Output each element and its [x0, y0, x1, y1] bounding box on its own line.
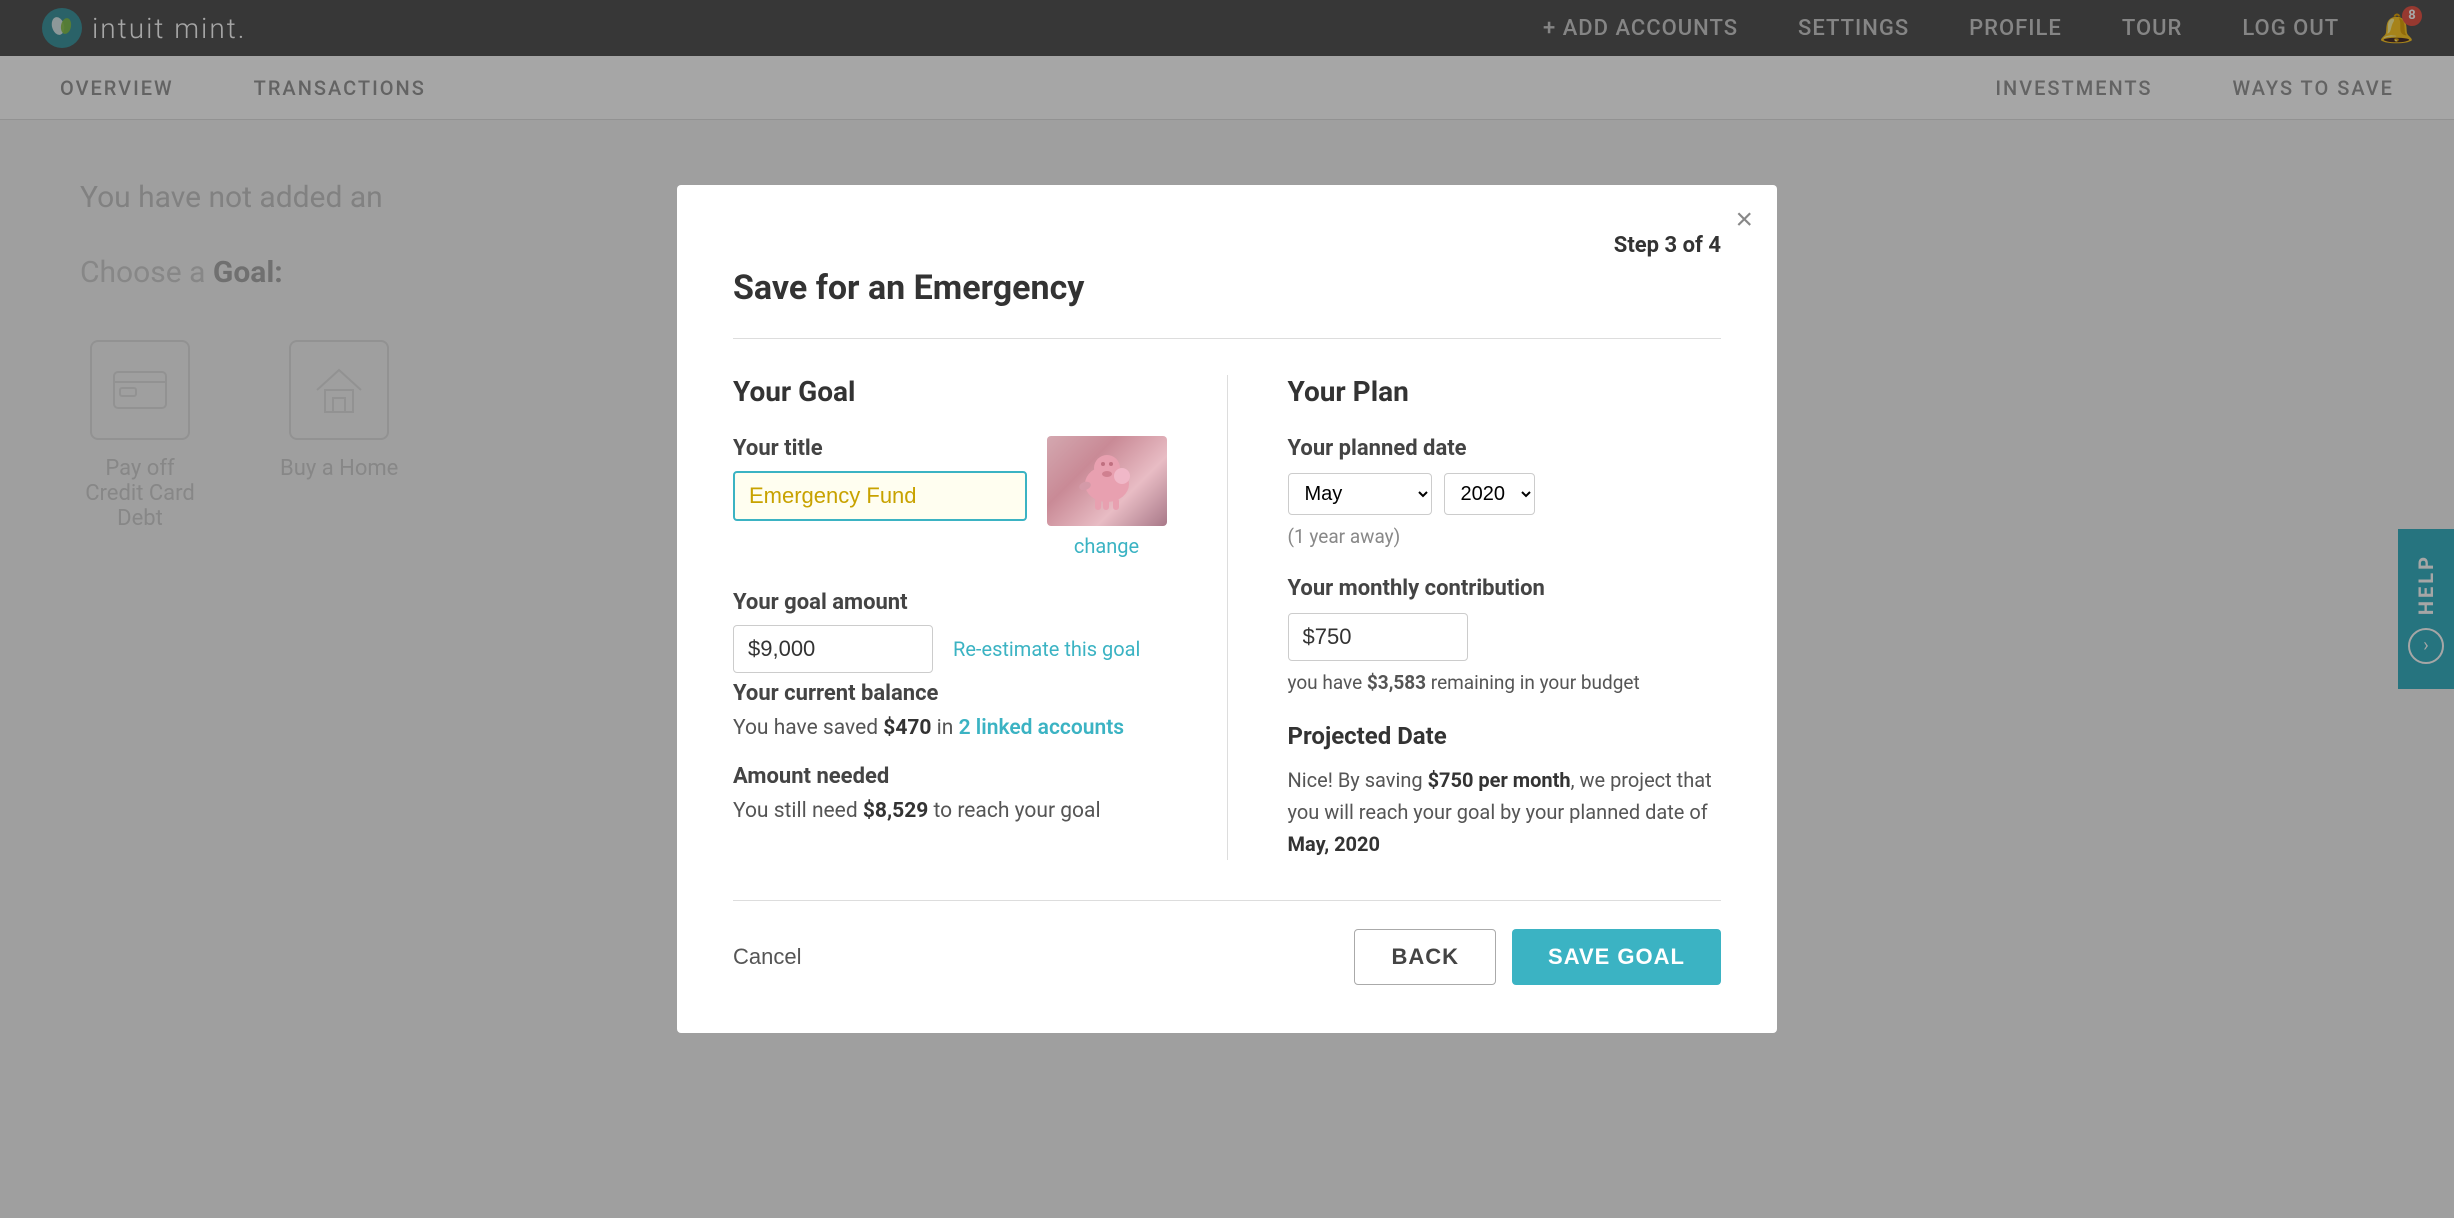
goal-amount-input[interactable]	[733, 625, 933, 673]
contribution-label: Your monthly contribution	[1288, 576, 1722, 601]
modal-step-indicator: Step 3 of 4	[733, 233, 1721, 258]
total-steps: 4	[1708, 233, 1721, 258]
save-goal-button[interactable]: SAVE GOAL	[1512, 929, 1721, 985]
goal-amount-field: Your goal amount Re-estimate this goal	[733, 590, 1167, 673]
linked-accounts-link[interactable]: 2 linked accounts	[959, 716, 1124, 740]
month-select[interactable]: May January February March April June Ju…	[1288, 473, 1432, 515]
title-field-label: Your title	[733, 436, 1027, 461]
year-away-text: (1 year away)	[1288, 525, 1722, 548]
cancel-button[interactable]: Cancel	[733, 944, 801, 970]
goal-amount-label: Your goal amount	[733, 590, 1167, 615]
monthly-contribution-field: Your monthly contribution you have $3,58…	[1288, 576, 1722, 694]
projected-date: May, 2020	[1288, 832, 1380, 856]
your-goal-section: Your Goal Your title	[733, 375, 1167, 860]
goal-image	[1047, 436, 1167, 526]
modal-divider	[733, 338, 1721, 339]
your-plan-section: Your Plan Your planned date May January …	[1227, 375, 1722, 860]
balance-text: You have saved $470 in 2 linked accounts	[733, 716, 1167, 740]
modal-body: Your Goal Your title	[733, 375, 1721, 860]
modal-close-button[interactable]: ×	[1735, 205, 1753, 235]
modal-footer: Cancel BACK SAVE GOAL	[733, 900, 1721, 985]
your-goal-title: Your Goal	[733, 375, 1167, 408]
goal-amount-row: Re-estimate this goal	[733, 625, 1167, 673]
your-plan-title: Your Plan	[1288, 375, 1722, 408]
amount-needed-value: $8,529	[863, 799, 928, 823]
amount-needed-label: Amount needed	[733, 764, 1167, 789]
footer-buttons: BACK SAVE GOAL	[1354, 929, 1721, 985]
title-input[interactable]	[733, 471, 1027, 521]
projected-date-title: Projected Date	[1288, 722, 1722, 750]
current-balance-section: Your current balance You have saved $470…	[733, 681, 1167, 740]
budget-remaining-text: you have $3,583 remaining in your budget	[1288, 671, 1722, 694]
date-selects: May January February March April June Ju…	[1288, 473, 1722, 515]
re-estimate-link[interactable]: Re-estimate this goal	[953, 637, 1140, 661]
piggy-bank-image	[1067, 446, 1147, 516]
budget-amount: $3,583	[1367, 671, 1426, 694]
current-balance-label: Your current balance	[733, 681, 1167, 706]
contribution-input[interactable]	[1288, 613, 1468, 661]
planned-date-field: Your planned date May January February M…	[1288, 436, 1722, 548]
modal-dialog: × Step 3 of 4 Save for an Emergency Your…	[677, 185, 1777, 1033]
goal-image-area: change	[1047, 436, 1167, 558]
goal-image-row: Your title	[733, 436, 1167, 558]
modal-title: Save for an Emergency	[733, 268, 1721, 308]
projected-amount: $750 per month	[1428, 768, 1571, 792]
year-select[interactable]: 2020 2021 2022 2023	[1444, 473, 1535, 515]
projected-date-section: Projected Date Nice! By saving $750 per …	[1288, 722, 1722, 860]
planned-date-label: Your planned date	[1288, 436, 1722, 461]
back-button[interactable]: BACK	[1354, 929, 1496, 985]
current-step: 3	[1665, 233, 1678, 258]
amount-needed-text: You still need $8,529 to reach your goal	[733, 799, 1167, 823]
amount-needed-section: Amount needed You still need $8,529 to r…	[733, 764, 1167, 823]
change-image-link[interactable]: change	[1047, 534, 1167, 558]
balance-amount: $470	[883, 716, 931, 740]
projected-date-text: Nice! By saving $750 per month, we proje…	[1288, 764, 1722, 860]
